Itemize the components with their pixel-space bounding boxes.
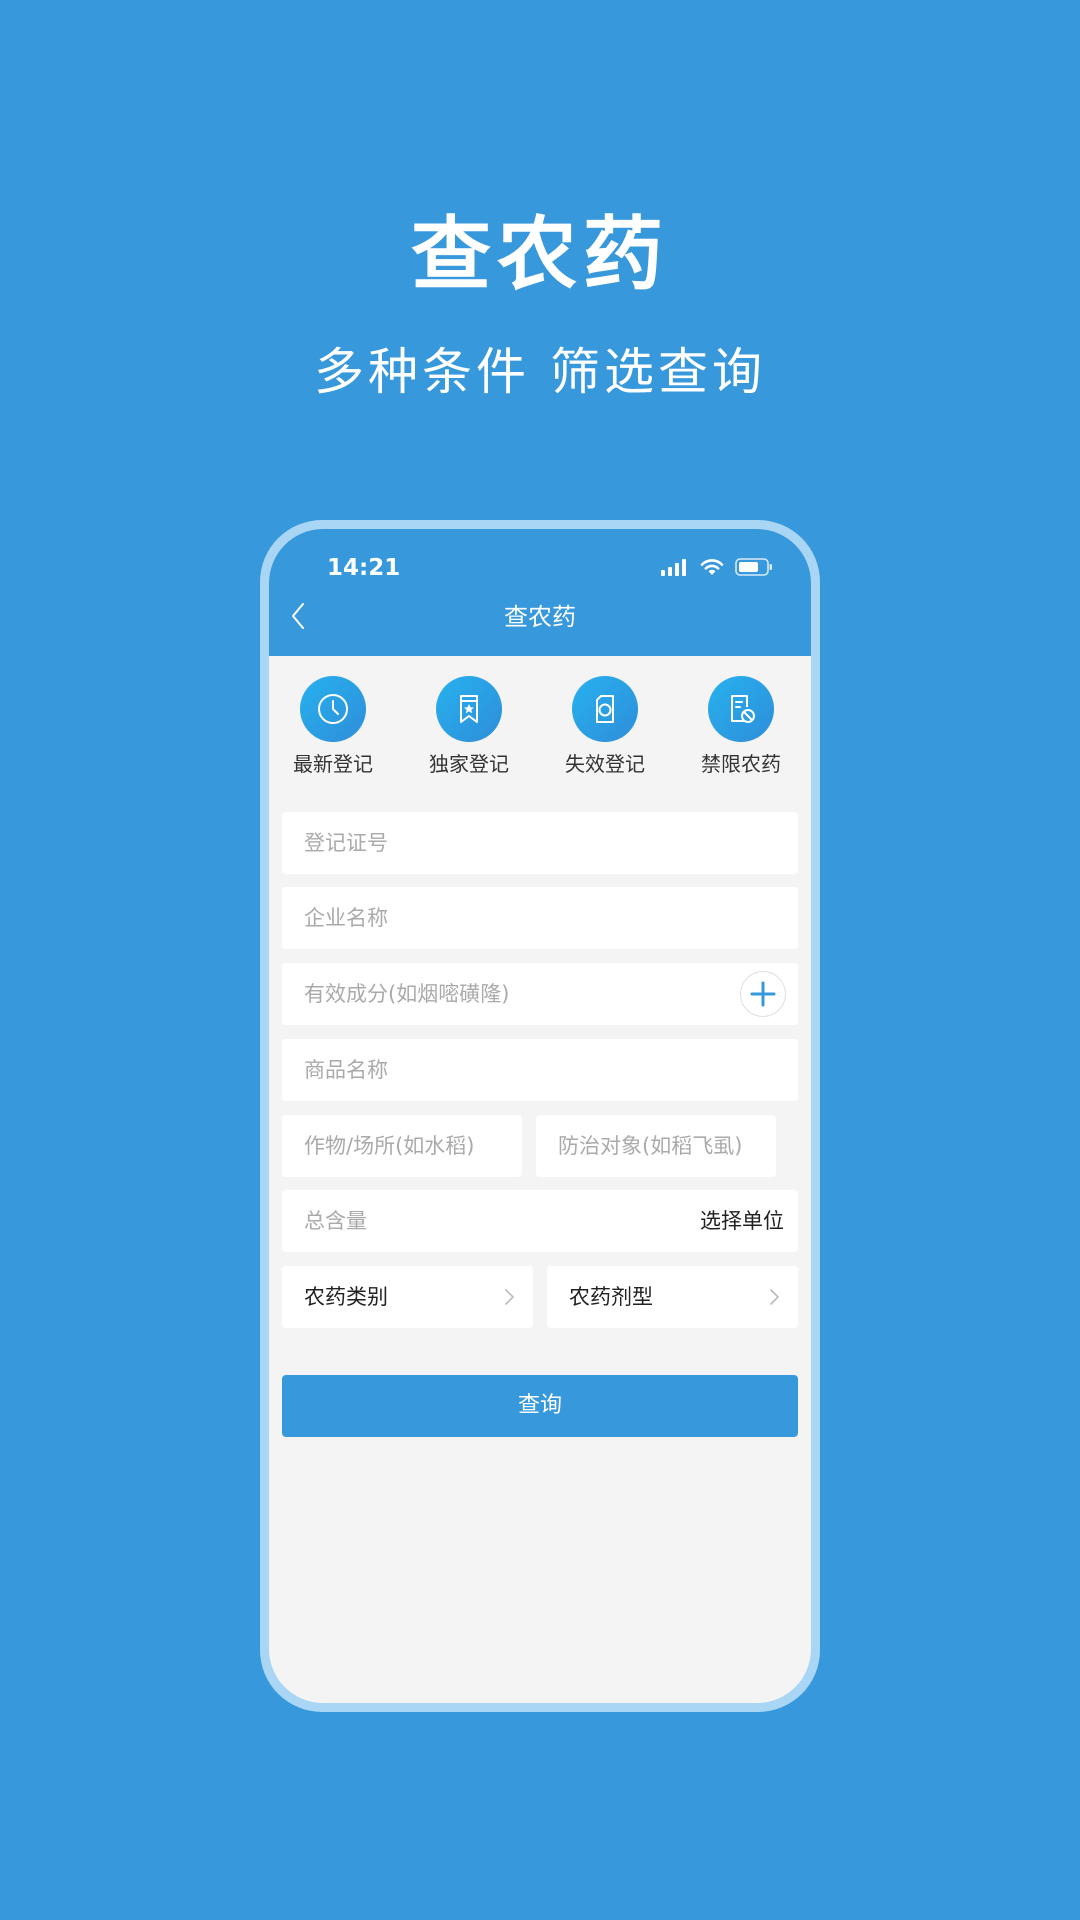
formulation-select[interactable]: 农药剂型 [547,1266,798,1328]
quick-link-label: 禁限农药 [701,752,781,776]
bookmark-star-icon [460,695,478,723]
document-ban-icon [731,695,755,723]
quick-links: 最新登记 独家登记 失效登记 禁限农药 [269,676,811,786]
company-name-field[interactable]: 企业名称 [282,887,798,949]
quick-link-restricted-pesticides[interactable]: 禁限农药 [681,676,801,784]
add-ingredient-button[interactable] [740,971,786,1017]
crop-field[interactable]: 作物/场所(如水稻) [282,1115,522,1177]
cellular-signal-icon [661,559,686,576]
quick-link-exclusive-registration[interactable]: 独家登记 [409,676,529,784]
quick-link-expired-registration[interactable]: 失效登记 [545,676,665,784]
document-circle-icon [596,695,614,723]
quick-link-latest-registration[interactable]: 最新登记 [273,676,393,784]
total-content-field[interactable]: 总含量 选择单位 [282,1190,798,1252]
promo-subtitle: 多种条件 筛选查询 [314,343,766,401]
chevron-right-icon [505,1289,514,1305]
promo-title: 查农药 [411,208,669,301]
wifi-icon [700,559,724,575]
quick-link-label: 独家登记 [429,752,509,776]
quick-link-label: 失效登记 [565,752,645,776]
product-name-placeholder: 商品名称 [304,1058,388,1082]
active-ingredient-placeholder: 有效成分(如烟嘧磺隆) [304,982,510,1006]
crop-placeholder: 作物/场所(如水稻) [304,1134,475,1158]
registration-no-placeholder: 登记证号 [304,831,388,855]
chevron-right-icon [770,1289,779,1305]
formulation-label: 农药剂型 [569,1285,653,1309]
status-time: 14:21 [327,555,401,581]
target-pest-placeholder: 防治对象(如稻飞虱) [558,1134,743,1158]
nav-title: 查农药 [504,603,576,631]
company-name-placeholder: 企业名称 [304,906,388,930]
target-pest-field[interactable]: 防治对象(如稻飞虱) [536,1115,776,1177]
pesticide-category-label: 农药类别 [304,1285,388,1309]
unit-select-button[interactable]: 选择单位 [700,1190,784,1252]
battery-icon [735,558,772,576]
total-content-placeholder: 总含量 [304,1209,367,1233]
quick-link-label: 最新登记 [293,752,373,776]
status-icons [661,555,773,579]
query-button[interactable]: 查询 [282,1375,798,1437]
plus-icon [750,981,776,1007]
promo-page: 查农药 多种条件 筛选查询 14:21 查农药 最新登记 独家登记 失效登记 禁… [0,0,1080,1920]
top-bar: 14:21 查农药 [269,529,811,656]
phone-frame: 14:21 查农药 最新登记 独家登记 失效登记 禁限农药 登记证号 企业名称 … [260,520,820,1712]
pesticide-category-select[interactable]: 农药类别 [282,1266,533,1328]
clock-icon [318,694,348,724]
active-ingredient-field[interactable]: 有效成分(如烟嘧磺隆) [282,963,798,1025]
product-name-field[interactable]: 商品名称 [282,1039,798,1101]
registration-no-field[interactable]: 登记证号 [282,812,798,874]
phone-screen: 14:21 查农药 最新登记 独家登记 失效登记 禁限农药 登记证号 企业名称 … [269,529,811,1703]
